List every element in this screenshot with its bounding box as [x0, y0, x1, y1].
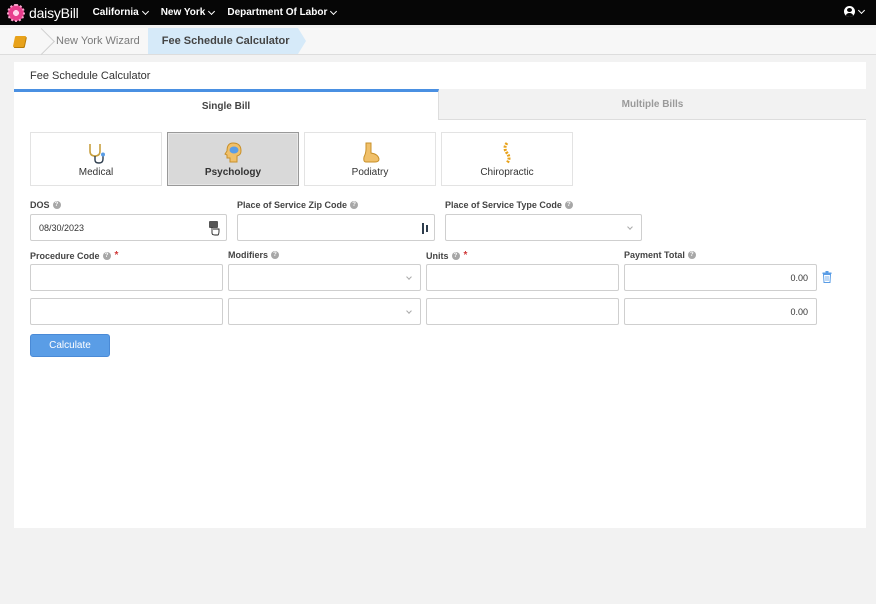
procedure-code-input[interactable]	[30, 298, 223, 325]
dos-value: 08/30/2023	[39, 222, 85, 233]
user-avatar-icon	[844, 6, 855, 17]
calculator-panel: Fee Schedule Calculator Single Bill Mult…	[14, 62, 866, 528]
procedure-code-input[interactable]	[30, 264, 223, 291]
chevron-down-icon	[208, 7, 216, 15]
required-marker: *	[463, 250, 468, 261]
chevron-down-icon	[330, 7, 338, 15]
modifiers-label: Modifiers?	[228, 250, 280, 260]
specialty-selector: Medical Psychology Podiatry Chiropractic	[30, 132, 573, 186]
zip-label: Place of Service Zip Code?	[237, 200, 359, 210]
payment-total-value: 0.00	[790, 272, 808, 283]
payment-total-label: Payment Total?	[624, 250, 696, 260]
category-label: Podiatry	[351, 166, 389, 178]
chevron-down-icon	[141, 7, 149, 15]
trash-icon[interactable]	[822, 271, 832, 283]
help-icon[interactable]: ?	[687, 251, 696, 259]
user-menu[interactable]	[844, 6, 866, 17]
breadcrumb: New York Wizard Fee Schedule Calculator	[0, 28, 876, 55]
help-icon[interactable]: ?	[102, 251, 111, 260]
tab-bar: Single Bill Multiple Bills	[14, 89, 866, 120]
field-autofill-icon	[422, 223, 428, 234]
dos-label: DOS?	[30, 200, 61, 210]
daisy-logo-icon	[7, 3, 25, 22]
nav-item-new-york[interactable]: New York	[161, 7, 216, 18]
nav-item-department-of-labor[interactable]: Department Of Labor	[227, 7, 338, 18]
help-icon[interactable]: ?	[451, 251, 460, 260]
payment-total-value: 0.00	[790, 306, 808, 317]
brand-logo[interactable]: daisyBill	[7, 3, 79, 22]
category-medical[interactable]: Medical	[30, 132, 162, 186]
modifiers-select[interactable]	[228, 264, 421, 291]
help-icon[interactable]: ?	[52, 201, 61, 209]
dos-field[interactable]: 08/30/2023	[30, 214, 227, 241]
units-input[interactable]	[426, 264, 619, 291]
spine-icon	[503, 141, 511, 164]
category-label: Medical	[78, 166, 114, 178]
help-icon[interactable]: ?	[350, 201, 359, 209]
pos-type-label: Place of Service Type Code?	[445, 200, 573, 210]
top-navbar: daisyBill California New York Department…	[0, 0, 876, 25]
breadcrumb-new-york-wizard[interactable]: New York Wizard	[50, 28, 146, 54]
tab-multiple-bills[interactable]: Multiple Bills	[439, 89, 866, 120]
foot-icon	[363, 142, 380, 162]
payment-total-field: 0.00	[624, 264, 817, 291]
nav-menu: California New York Department Of Labor	[93, 7, 350, 18]
procedure-code-label: Procedure Code? *	[30, 250, 119, 261]
chevron-down-icon	[406, 308, 412, 314]
units-input[interactable]	[426, 298, 619, 325]
chevron-down-icon	[857, 6, 866, 14]
page-title: Fee Schedule Calculator	[30, 70, 151, 82]
help-icon[interactable]: ?	[271, 251, 280, 259]
nav-item-california[interactable]: California	[93, 7, 149, 18]
pos-type-select[interactable]	[445, 214, 642, 241]
category-psychology[interactable]: Psychology	[167, 132, 299, 186]
category-chiropractic[interactable]: Chiropractic	[441, 132, 573, 186]
book-icon	[12, 35, 26, 47]
category-label: Chiropractic	[480, 166, 534, 178]
brain-icon	[224, 141, 242, 162]
help-icon[interactable]: ?	[564, 201, 573, 209]
units-label: Units? *	[426, 250, 468, 261]
chevron-down-icon	[627, 224, 633, 230]
chevron-down-icon	[406, 274, 412, 280]
brand-name: daisyBill	[29, 4, 79, 21]
tab-single-bill[interactable]: Single Bill	[14, 89, 439, 120]
calculate-button[interactable]: Calculate	[30, 334, 110, 357]
modifiers-select[interactable]	[228, 298, 421, 325]
stethoscope-icon	[89, 143, 105, 164]
calendar-cursor-icon[interactable]	[208, 220, 220, 236]
category-label: Psychology	[204, 166, 262, 178]
required-marker: *	[114, 250, 119, 261]
breadcrumb-fee-schedule-calculator: Fee Schedule Calculator	[147, 28, 306, 54]
zip-code-field[interactable]	[237, 214, 435, 241]
category-podiatry[interactable]: Podiatry	[304, 132, 436, 186]
breadcrumb-separator	[38, 28, 50, 54]
payment-total-field: 0.00	[624, 298, 817, 325]
